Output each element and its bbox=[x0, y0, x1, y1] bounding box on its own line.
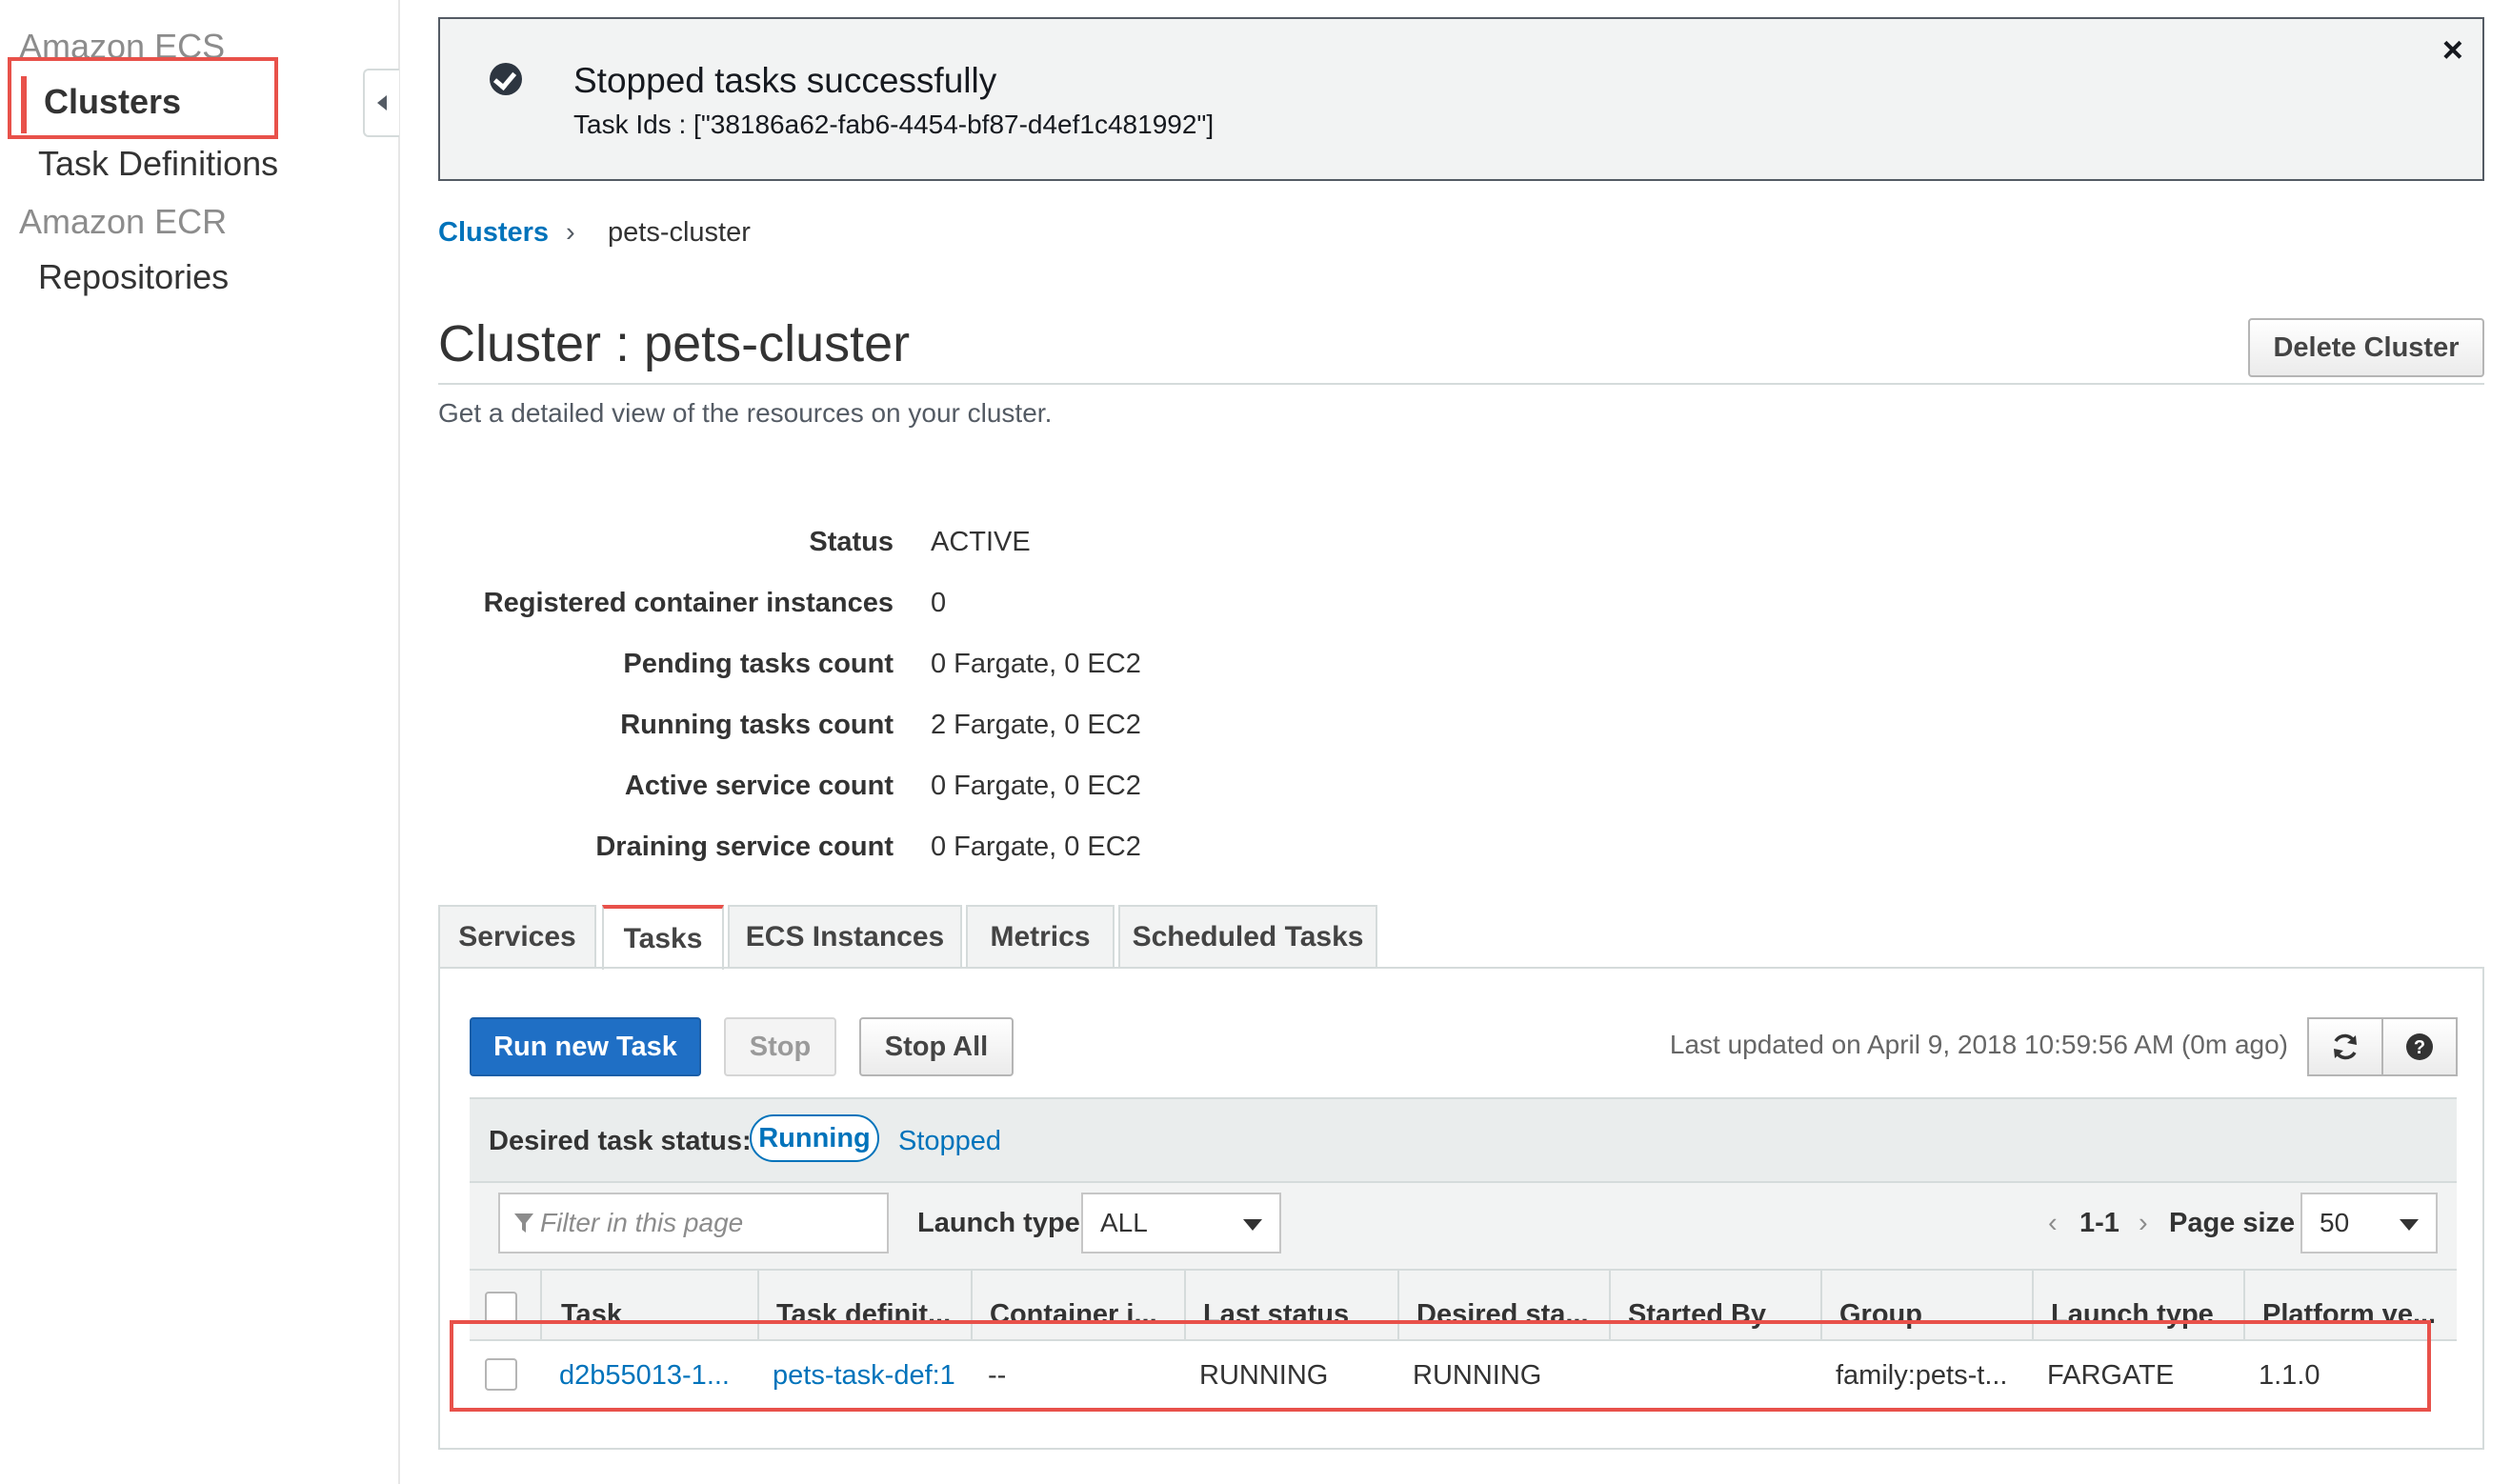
help-icon: ? bbox=[2406, 1033, 2433, 1060]
delete-cluster-button[interactable]: Delete Cluster bbox=[2248, 318, 2484, 377]
help-button[interactable]: ? bbox=[2381, 1017, 2458, 1076]
close-icon[interactable]: × bbox=[2442, 30, 2463, 71]
desired-status-label: Desired task status: bbox=[489, 1126, 752, 1156]
check-circle-icon bbox=[490, 63, 522, 95]
chevron-down-icon bbox=[2400, 1219, 2419, 1231]
stop-all-button[interactable]: Stop All bbox=[859, 1017, 1014, 1076]
detail-value: 0 Fargate, 0 EC2 bbox=[931, 832, 1141, 862]
prev-page-icon[interactable]: ‹ bbox=[2048, 1208, 2058, 1239]
breadcrumb-clusters-link[interactable]: Clusters bbox=[438, 217, 549, 249]
last-updated-text: Last updated on April 9, 2018 10:59:56 A… bbox=[1669, 1030, 2288, 1059]
refresh-button[interactable] bbox=[2307, 1017, 2383, 1076]
nav-heading-ecr: Amazon ECR bbox=[19, 202, 228, 241]
detail-label: Draining service count bbox=[595, 832, 894, 862]
run-new-task-button[interactable]: Run new Task bbox=[470, 1017, 701, 1076]
detail-value: 2 Fargate, 0 EC2 bbox=[931, 710, 1141, 740]
page-title: Cluster : pets-cluster bbox=[438, 315, 911, 372]
caret-left-icon bbox=[377, 95, 387, 110]
breadcrumb-separator: › bbox=[566, 217, 575, 248]
filter-icon bbox=[514, 1213, 533, 1233]
detail-label: Pending tasks count bbox=[623, 649, 894, 679]
tab-services[interactable]: Services bbox=[438, 905, 596, 968]
success-flash: Stopped tasks successfully Task Ids : ["… bbox=[438, 17, 2484, 181]
launch-type-label: Launch type bbox=[917, 1208, 1080, 1238]
chevron-down-icon bbox=[1243, 1219, 1262, 1231]
tab-tasks[interactable]: Tasks bbox=[602, 905, 724, 970]
sidebar-item-repositories[interactable]: Repositories bbox=[38, 257, 229, 297]
breadcrumb-current: pets-cluster bbox=[608, 217, 751, 248]
tab-metrics[interactable]: Metrics bbox=[966, 905, 1115, 968]
page-size-value: 50 bbox=[2320, 1208, 2350, 1237]
svg-text:?: ? bbox=[2414, 1037, 2425, 1058]
annotation-highlight-clusters bbox=[8, 57, 278, 139]
status-running-pill[interactable]: Running bbox=[750, 1114, 879, 1162]
pagination-range: 1-1 bbox=[2079, 1208, 2119, 1238]
flash-title: Stopped tasks successfully bbox=[573, 61, 997, 100]
page-size-select[interactable]: 50 bbox=[2300, 1193, 2438, 1253]
filter-input[interactable]: Filter in this page bbox=[498, 1193, 889, 1253]
refresh-icon bbox=[2334, 1033, 2357, 1060]
title-divider bbox=[438, 383, 2484, 385]
tab-ecs-instances[interactable]: ECS Instances bbox=[728, 905, 962, 968]
launch-type-value: ALL bbox=[1100, 1208, 1148, 1237]
launch-type-select[interactable]: ALL bbox=[1081, 1193, 1281, 1253]
next-page-icon[interactable]: › bbox=[2139, 1208, 2148, 1239]
sidebar: Amazon ECS Clusters Task Definitions Ama… bbox=[0, 0, 400, 1484]
flash-detail: Task Ids : ["38186a62-fab6-4454-bf87-d4e… bbox=[573, 110, 1215, 139]
detail-value: 0 Fargate, 0 EC2 bbox=[931, 771, 1141, 801]
page-subtitle: Get a detailed view of the resources on … bbox=[438, 398, 1053, 428]
detail-label: Status bbox=[809, 527, 894, 557]
select-all-checkbox[interactable] bbox=[485, 1292, 517, 1324]
detail-label: Running tasks count bbox=[620, 710, 894, 740]
detail-label: Registered container instances bbox=[483, 588, 894, 618]
filter-placeholder: Filter in this page bbox=[540, 1208, 744, 1237]
filter-row: Filter in this page Launch type ALL ‹ 1-… bbox=[470, 1181, 2457, 1271]
sidebar-collapse-button[interactable] bbox=[363, 69, 399, 137]
detail-label: Active service count bbox=[624, 771, 894, 801]
page-size-label: Page size bbox=[2169, 1208, 2296, 1238]
sidebar-item-task-definitions[interactable]: Task Definitions bbox=[38, 144, 278, 184]
status-stopped-link[interactable]: Stopped bbox=[898, 1126, 1001, 1157]
tab-scheduled-tasks[interactable]: Scheduled Tasks bbox=[1118, 905, 1377, 968]
detail-value: ACTIVE bbox=[931, 527, 1031, 557]
detail-value: 0 bbox=[931, 588, 947, 618]
desired-status-filter: Desired task status: Running Stopped bbox=[470, 1097, 2457, 1183]
stop-button[interactable]: Stop bbox=[724, 1017, 836, 1076]
detail-value: 0 Fargate, 0 EC2 bbox=[931, 649, 1141, 679]
annotation-highlight-row bbox=[450, 1320, 2431, 1412]
